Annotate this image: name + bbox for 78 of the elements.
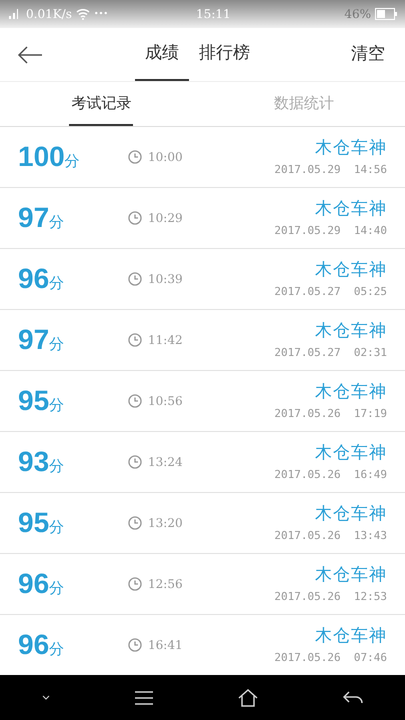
clear-button[interactable]: 清空 — [351, 42, 385, 68]
record-date: 2017.05.26 07:46 — [274, 650, 387, 666]
clock-icon — [128, 455, 142, 469]
score-unit: 分 — [49, 395, 64, 416]
record-date: 2017.05.27 05:25 — [274, 284, 387, 300]
score: 96 — [18, 567, 50, 601]
duration: 11:42 — [148, 332, 183, 349]
score: 97 — [18, 323, 50, 357]
record-row[interactable]: 95分 13:20 木仓车神 2017.05.26 13:43 — [0, 493, 405, 554]
duration: 10:39 — [148, 271, 183, 288]
battery-percent: 46% — [344, 6, 371, 23]
network-speed: 0.01K/s — [26, 6, 72, 23]
user-name: 木仓车神 — [315, 137, 387, 160]
chevron-down-icon[interactable] — [42, 695, 50, 700]
duration: 13:20 — [148, 515, 183, 532]
score: 100 — [18, 140, 65, 174]
duration: 12:56 — [148, 576, 183, 593]
clock-icon — [128, 272, 142, 286]
clock-icon — [128, 150, 142, 164]
header-tab[interactable]: 排行榜 — [189, 28, 260, 81]
score-unit: 分 — [49, 578, 64, 599]
record-date: 2017.05.29 14:40 — [274, 222, 387, 238]
record-date: 2017.05.26 12:53 — [274, 588, 387, 604]
record-row[interactable]: 96分 12:56 木仓车神 2017.05.26 12:53 — [0, 554, 405, 615]
score: 96 — [18, 262, 50, 296]
clock: 15:11 — [196, 6, 231, 23]
score-unit: 分 — [49, 273, 64, 294]
score-unit: 分 — [64, 151, 80, 172]
user-name: 木仓车神 — [315, 259, 387, 282]
record-date: 2017.05.26 16:49 — [274, 466, 387, 482]
duration: 13:24 — [148, 454, 183, 471]
sub-tab[interactable]: 数据统计 — [272, 82, 336, 126]
more-indicator: ••• — [94, 8, 108, 20]
user-name: 木仓车神 — [315, 625, 387, 648]
score: 96 — [18, 628, 50, 662]
score: 97 — [18, 201, 50, 235]
sub-tab[interactable]: 考试记录 — [69, 82, 134, 126]
score-unit: 分 — [49, 456, 64, 477]
score-unit: 分 — [49, 334, 64, 355]
score-unit: 分 — [49, 212, 64, 233]
record-row[interactable]: 95分 10:56 木仓车神 2017.05.26 17:19 — [0, 371, 405, 432]
back-arrow-icon — [17, 46, 43, 64]
score: 93 — [18, 445, 50, 479]
user-name: 木仓车神 — [315, 503, 387, 526]
clock-icon — [128, 333, 142, 347]
record-row[interactable]: 93分 13:24 木仓车神 2017.05.26 16:49 — [0, 432, 405, 493]
clock-icon — [128, 516, 142, 530]
score-unit: 分 — [49, 517, 64, 538]
duration: 10:00 — [148, 149, 183, 166]
user-name: 木仓车神 — [315, 320, 387, 343]
wifi-icon — [76, 8, 90, 20]
clock-icon — [128, 394, 142, 408]
menu-icon[interactable] — [135, 690, 154, 704]
duration: 10:56 — [148, 393, 183, 410]
header-tab[interactable]: 成绩 — [135, 28, 189, 81]
user-name: 木仓车神 — [315, 198, 387, 221]
record-row[interactable]: 97分 10:29 木仓车神 2017.05.29 14:40 — [0, 188, 405, 249]
score: 95 — [18, 506, 50, 540]
user-name: 木仓车神 — [315, 442, 387, 465]
clock-icon — [128, 577, 142, 591]
score: 95 — [18, 384, 50, 418]
duration: 16:41 — [148, 637, 183, 654]
clock-icon — [128, 211, 142, 225]
home-icon[interactable] — [238, 688, 258, 706]
record-date: 2017.05.29 14:56 — [274, 162, 387, 178]
clock-icon — [128, 638, 142, 652]
battery-icon — [375, 8, 397, 20]
record-row[interactable]: 100分 10:00 木仓车神 2017.05.29 14:56 — [0, 127, 405, 188]
user-name: 木仓车神 — [315, 381, 387, 404]
user-name: 木仓车神 — [315, 564, 387, 587]
back-icon[interactable] — [342, 690, 363, 704]
record-date: 2017.05.26 17:19 — [274, 406, 387, 422]
score-unit: 分 — [49, 639, 64, 660]
record-date: 2017.05.26 13:43 — [274, 528, 387, 544]
record-date: 2017.05.27 02:31 — [274, 344, 387, 360]
duration: 10:29 — [148, 210, 183, 227]
record-row[interactable]: 97分 11:42 木仓车神 2017.05.27 02:31 — [0, 310, 405, 371]
record-row[interactable]: 96分 10:39 木仓车神 2017.05.27 05:25 — [0, 249, 405, 310]
